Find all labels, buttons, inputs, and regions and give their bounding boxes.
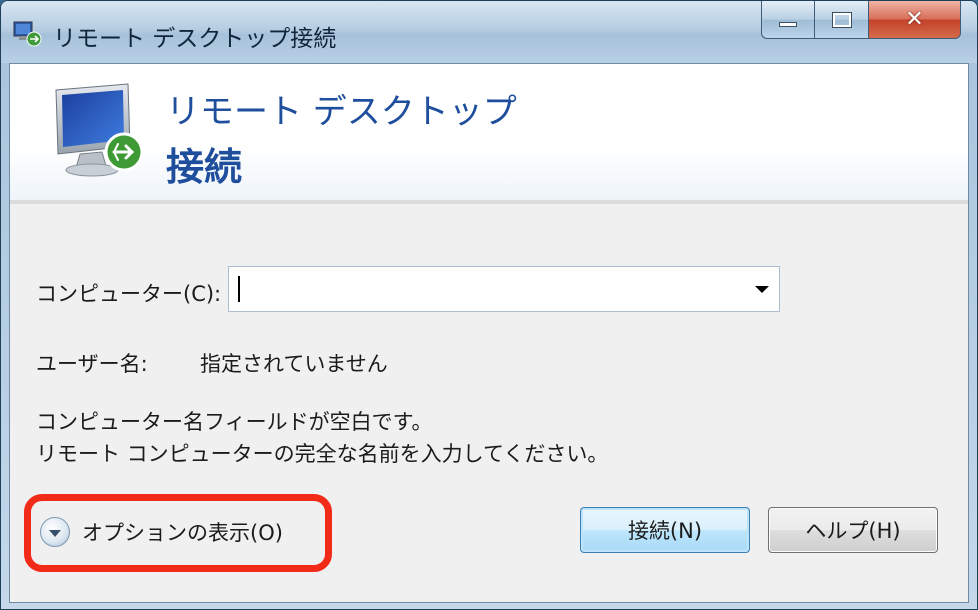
remote-desktop-window: リモート デスクトップ接続 ✕ リモート デスクトップ 接続 コンピューター(C… <box>0 0 978 610</box>
computer-combobox[interactable] <box>228 266 780 312</box>
minimize-button[interactable] <box>761 1 815 39</box>
status-message-line1: コンピューター名フィールドが空白です。 <box>36 410 433 434</box>
maximize-button[interactable] <box>815 1 869 39</box>
dialog-client-area: リモート デスクトップ 接続 コンピューター(C): ユーザー名: 指定されてい… <box>9 63 969 603</box>
show-options-label: オプションの表示(O) <box>82 521 283 545</box>
banner-title-line1: リモート デスクトップ <box>166 92 517 132</box>
username-label: ユーザー名: <box>36 352 148 376</box>
help-button[interactable]: ヘルプ(H) <box>768 507 938 553</box>
remote-desktop-icon <box>13 21 42 47</box>
minimize-icon <box>779 22 797 27</box>
window-title: リモート デスクトップ接続 <box>53 26 337 52</box>
caption-buttons: ✕ <box>761 1 961 45</box>
close-button[interactable]: ✕ <box>869 1 961 39</box>
close-icon: ✕ <box>905 7 924 32</box>
computer-input[interactable] <box>233 271 743 307</box>
computer-label: コンピューター(C): <box>36 282 222 306</box>
title-bar[interactable]: リモート デスクトップ接続 ✕ <box>1 1 977 63</box>
chevron-down-icon <box>49 530 61 537</box>
show-options-toggle[interactable]: オプションの表示(O) <box>40 512 283 552</box>
monitor-connection-icon <box>55 83 144 177</box>
banner-title-line2: 接続 <box>166 145 243 189</box>
status-message-line2: リモート コンピューターの完全な名前を入力してください。 <box>36 442 609 466</box>
maximize-icon <box>831 11 852 28</box>
text-cursor <box>238 276 240 302</box>
connect-button[interactable]: 接続(N) <box>580 507 750 553</box>
expand-circle-icon <box>40 517 70 547</box>
chevron-down-icon[interactable] <box>755 286 769 293</box>
username-value: 指定されていません <box>200 352 388 376</box>
header-banner: リモート デスクトップ 接続 <box>10 64 968 204</box>
